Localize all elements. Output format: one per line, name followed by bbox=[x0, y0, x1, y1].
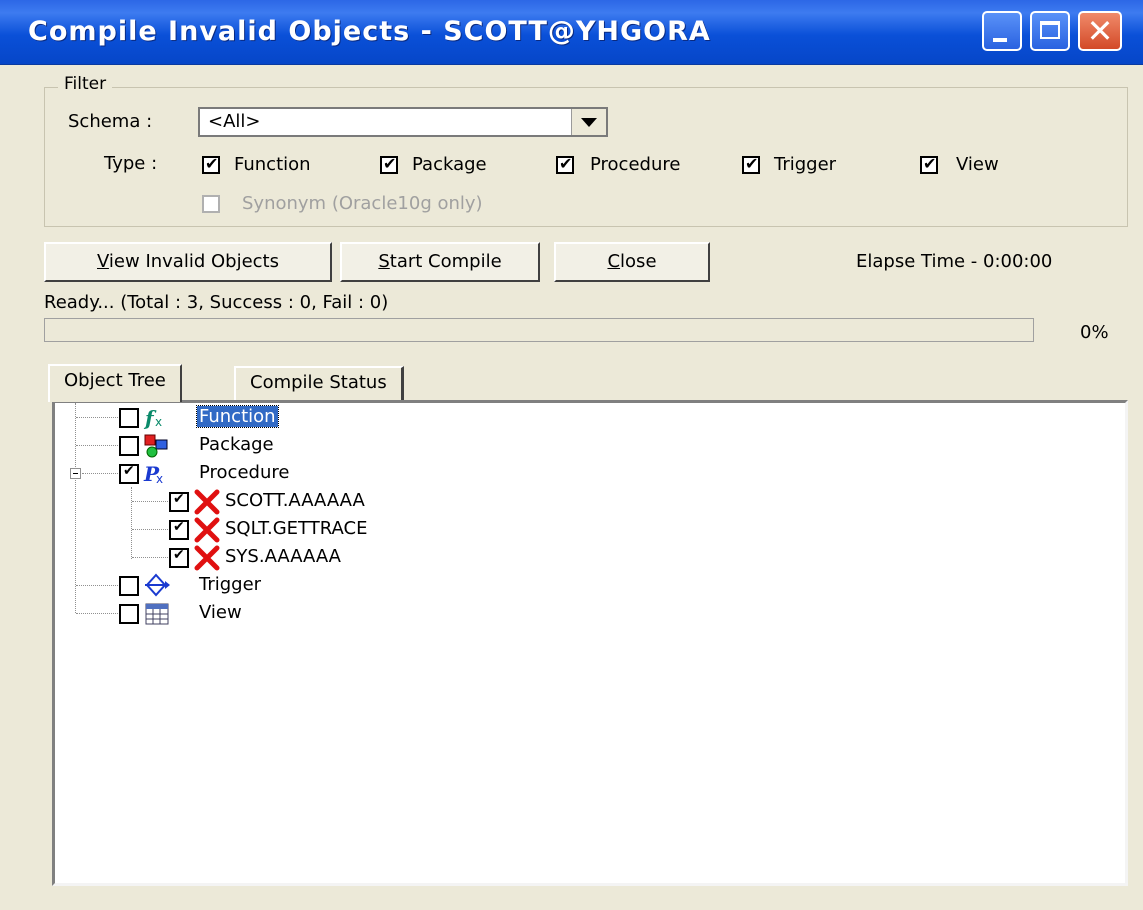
maximize-icon bbox=[1040, 21, 1060, 39]
compile-invalid-objects-window: Compile Invalid Objects - SCOTT@YHGORA ✕… bbox=[0, 0, 1143, 910]
tree-connector bbox=[82, 473, 118, 474]
tree-connector bbox=[76, 585, 118, 586]
node-label[interactable]: SYS.AAAAAA bbox=[223, 546, 343, 567]
progress-percent: 0% bbox=[1080, 322, 1109, 343]
svg-text:x: x bbox=[156, 472, 163, 486]
type-trigger-checkbox[interactable] bbox=[742, 154, 760, 174]
package-icon bbox=[144, 434, 168, 458]
type-package-label[interactable]: Package bbox=[412, 154, 487, 175]
type-function-checkbox[interactable] bbox=[202, 154, 220, 174]
start-compile-label: tart Compile bbox=[389, 251, 502, 272]
node-checkbox[interactable] bbox=[169, 547, 189, 568]
node-label[interactable]: Trigger bbox=[197, 574, 263, 595]
tree-node-sqlt-gettrace[interactable]: SQLT.GETTRACE bbox=[55, 517, 515, 543]
type-package-checkbox[interactable] bbox=[380, 154, 398, 174]
collapse-toggle[interactable] bbox=[70, 468, 81, 479]
tab-compile-status[interactable]: Compile Status bbox=[234, 366, 404, 400]
tree-node-procedure[interactable]: P x Procedure bbox=[55, 461, 455, 487]
node-checkbox[interactable] bbox=[169, 519, 189, 540]
object-tree[interactable]: f x Function Package P x Proc bbox=[52, 400, 1128, 886]
node-checkbox[interactable] bbox=[119, 576, 139, 596]
node-checkbox[interactable] bbox=[119, 463, 139, 484]
trigger-icon bbox=[145, 573, 170, 597]
progress-bar bbox=[44, 318, 1034, 342]
procedure-icon: P x bbox=[143, 462, 163, 486]
close-button[interactable]: Close bbox=[554, 242, 710, 282]
node-label[interactable]: Procedure bbox=[197, 462, 291, 483]
close-label: lose bbox=[620, 251, 657, 272]
close-window-button[interactable]: ✕ bbox=[1078, 11, 1122, 51]
node-checkbox[interactable] bbox=[119, 408, 139, 428]
node-label[interactable]: SQLT.GETTRACE bbox=[223, 518, 369, 539]
maximize-button[interactable] bbox=[1030, 11, 1070, 51]
node-label[interactable]: View bbox=[197, 602, 244, 623]
node-label[interactable]: SCOTT.AAAAAA bbox=[223, 490, 367, 511]
chevron-down-icon[interactable] bbox=[571, 109, 606, 135]
type-synonym-checkbox bbox=[202, 195, 220, 213]
view-icon bbox=[145, 603, 169, 625]
tree-node-package[interactable]: Package bbox=[55, 433, 455, 459]
invalid-icon bbox=[194, 517, 220, 543]
tab-object-tree[interactable]: Object Tree bbox=[48, 364, 182, 402]
elapsed-time: Elapse Time - 0:00:00 bbox=[856, 251, 1053, 272]
window-title: Compile Invalid Objects - SCOTT@YHGORA bbox=[28, 16, 711, 47]
tree-node-scott-aaaaaa[interactable]: SCOTT.AAAAAA bbox=[55, 489, 515, 515]
type-view-checkbox[interactable] bbox=[920, 154, 938, 174]
tree-connector bbox=[76, 445, 118, 446]
schema-select[interactable]: <All> bbox=[198, 107, 608, 137]
type-synonym-label: Synonym (Oracle10g only) bbox=[242, 193, 483, 214]
tree-connector bbox=[76, 613, 118, 614]
status-text: Ready... (Total : 3, Success : 0, Fail :… bbox=[44, 292, 389, 313]
filter-legend: Filter bbox=[58, 74, 113, 94]
tree-node-trigger[interactable]: Trigger bbox=[55, 573, 455, 599]
invalid-icon bbox=[194, 489, 220, 515]
view-invalid-label: iew Invalid Objects bbox=[108, 251, 279, 272]
tree-connector bbox=[76, 417, 118, 418]
minimize-icon bbox=[993, 38, 1007, 42]
type-procedure-label[interactable]: Procedure bbox=[590, 154, 680, 175]
type-function-label[interactable]: Function bbox=[234, 154, 311, 175]
tree-node-sys-aaaaaa[interactable]: SYS.AAAAAA bbox=[55, 545, 515, 571]
node-label[interactable]: Function bbox=[196, 405, 279, 428]
start-compile-mnemonic: S bbox=[378, 251, 390, 272]
title-bar[interactable]: Compile Invalid Objects - SCOTT@YHGORA ✕ bbox=[0, 0, 1143, 65]
node-checkbox[interactable] bbox=[119, 604, 139, 624]
view-invalid-objects-button[interactable]: View Invalid Objects bbox=[44, 242, 332, 282]
minimize-button[interactable] bbox=[982, 11, 1022, 51]
type-procedure-checkbox[interactable] bbox=[556, 154, 574, 174]
tree-connector bbox=[132, 501, 172, 502]
tree-node-function[interactable]: f x Function bbox=[55, 405, 455, 431]
type-view-label[interactable]: View bbox=[956, 154, 999, 175]
type-trigger-label[interactable]: Trigger bbox=[774, 154, 836, 175]
invalid-icon bbox=[194, 545, 220, 571]
schema-label: Schema : bbox=[68, 111, 153, 132]
tree-connector bbox=[132, 529, 172, 530]
close-icon: ✕ bbox=[1086, 12, 1114, 50]
tree-node-view[interactable]: View bbox=[55, 601, 455, 627]
svg-text:x: x bbox=[155, 415, 162, 429]
start-compile-button[interactable]: Start Compile bbox=[340, 242, 540, 282]
schema-value: <All> bbox=[208, 111, 261, 132]
node-checkbox[interactable] bbox=[169, 491, 189, 512]
type-label: Type : bbox=[104, 153, 158, 174]
view-invalid-mnemonic: V bbox=[97, 251, 109, 272]
node-label[interactable]: Package bbox=[197, 434, 276, 455]
node-checkbox[interactable] bbox=[119, 436, 139, 456]
function-icon: f x bbox=[143, 406, 162, 430]
close-mnemonic: C bbox=[607, 251, 621, 272]
tree-connector bbox=[132, 557, 172, 558]
